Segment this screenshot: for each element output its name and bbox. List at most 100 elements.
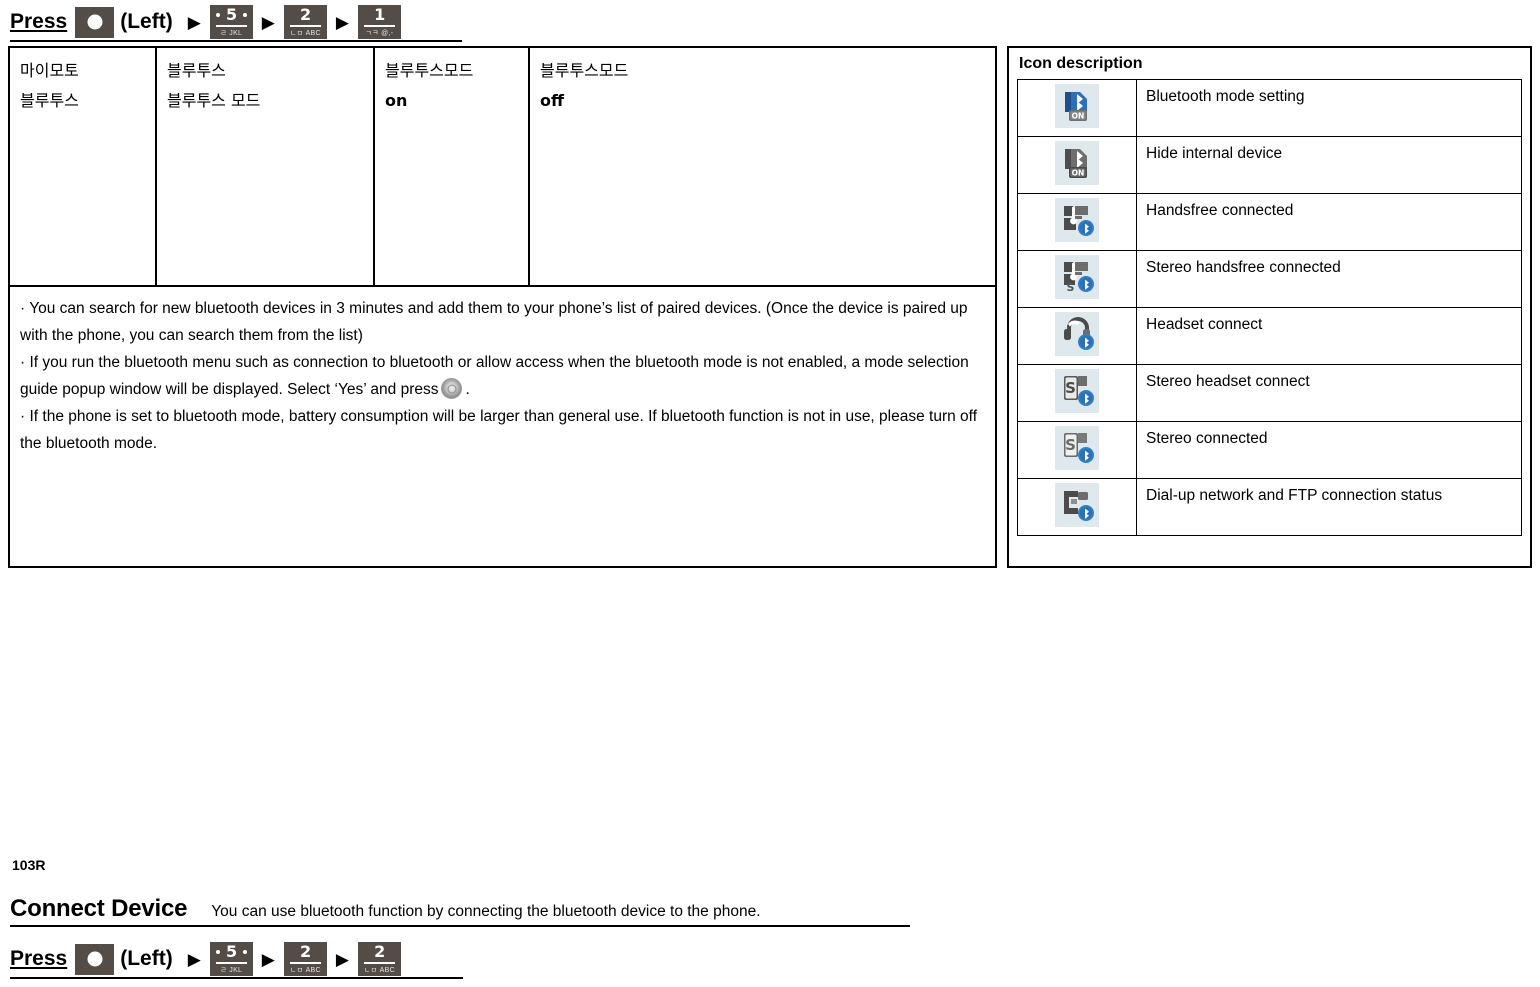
icon-description-panel: Icon description ON Bluetooth mode setti… (1007, 46, 1532, 568)
page-code: 103R (12, 857, 46, 873)
menu-column-1: 마이모토 블루투스 (10, 48, 157, 285)
note-1: · You can search for new bluetooth devic… (20, 300, 968, 344)
icon-description-table: ON Bluetooth mode setting ON Hide intern… (1017, 79, 1522, 536)
icon-label: Handsfree connected (1136, 193, 1522, 251)
icon-cell: S (1017, 421, 1137, 479)
press-label: Press (10, 10, 68, 33)
arrow-right-icon: ▶ (187, 949, 201, 969)
menu-col1-line1: 마이모토 (20, 61, 79, 80)
svg-text:S: S (1065, 379, 1076, 397)
ok-button-icon (441, 378, 463, 399)
key-underline (215, 25, 247, 27)
icon-cell: ON (1017, 136, 1137, 194)
svg-text:S: S (1065, 436, 1076, 454)
icon-cell (1017, 193, 1137, 251)
key-underline (215, 962, 247, 964)
key-sublabel: ㄴㅁ ABC (363, 967, 395, 974)
hide-internal-device-icon: ON (1055, 140, 1099, 185)
menu-col4-line2: off (540, 91, 564, 110)
icon-label: Stereo headset connect (1136, 364, 1522, 422)
svg-text:ON: ON (1072, 111, 1085, 120)
top-press-instruction: Press (Left) ▶ 5 ㄹ JKL ▶ 2 ㄴㅁ ABC ▶ 1 ㄱㅋ… (10, 4, 462, 42)
stereo-headset-connect-icon: S (1055, 368, 1099, 413)
left-soft-key-label: (Left) (120, 947, 173, 970)
icon-label: Dial-up network and FTP connection statu… (1136, 478, 1522, 536)
menu-col2-line2: 블루투스 모드 (167, 91, 261, 110)
stereo-handsfree-connected-icon: S (1055, 254, 1099, 299)
menu-columns-row: 마이모토 블루투스 블루투스 블루투스 모드 블루투스모드 on 블루투스모드 … (10, 48, 995, 287)
table-row: S Stereo connected (1017, 421, 1522, 479)
section-subtitle: You can use bluetooth function by connec… (211, 903, 761, 920)
ok-key-icon[interactable] (75, 943, 115, 975)
key-number: 2 (374, 942, 385, 961)
menu-col1-line2: 블루투스 (20, 91, 79, 110)
bluetooth-mode-setting-icon: ON (1055, 83, 1099, 128)
menu-column-2: 블루투스 블루투스 모드 (157, 48, 375, 285)
dialup-ftp-status-icon (1055, 482, 1099, 527)
note-3: · If the phone is set to bluetooth mode,… (20, 408, 977, 452)
table-row: Dial-up network and FTP connection statu… (1017, 478, 1522, 536)
icon-label: Headset connect (1136, 307, 1522, 365)
table-row: S Stereo handsfree connected (1017, 250, 1522, 308)
menu-flow-table: 마이모토 블루투스 블루투스 블루투스 모드 블루투스모드 on 블루투스모드 … (8, 46, 997, 568)
note-2-text: · If you run the bluetooth menu such as … (20, 354, 969, 398)
table-row: Handsfree connected (1017, 193, 1522, 251)
note-2: · If you run the bluetooth menu such as … (20, 349, 983, 403)
notes-cell: · You can search for new bluetooth devic… (10, 287, 995, 566)
icon-description-title: Icon description (1019, 55, 1143, 72)
handsfree-connected-icon (1055, 197, 1099, 242)
section-title: Connect Device (10, 895, 188, 922)
icon-cell (1017, 307, 1137, 365)
menu-col4-line1: 블루투스모드 (540, 61, 629, 80)
icon-cell (1017, 478, 1137, 536)
menu-col2-line1: 블루투스 (167, 61, 226, 80)
key-number: 1 (374, 5, 385, 24)
menu-col3-line1: 블루투스모드 (385, 61, 474, 80)
key-sublabel: ㄱㅋ @,- (365, 30, 394, 37)
menu-column-4: 블루투스모드 off (530, 48, 995, 285)
key-number: 2 (300, 942, 311, 961)
note-2-tail: . (465, 381, 470, 398)
icon-cell: S (1017, 250, 1137, 308)
key-2b-icon[interactable]: 2 ㄴㅁ ABC (357, 942, 401, 976)
key-underline (363, 962, 395, 964)
key-underline (289, 962, 321, 964)
key-underline (289, 25, 321, 27)
icon-label: Hide internal device (1136, 136, 1522, 194)
key-2-icon[interactable]: 2 ㄴㅁ ABC (283, 5, 327, 39)
menu-col3-line2: on (385, 91, 408, 110)
svg-text:S: S (1067, 281, 1075, 294)
press-label: Press (10, 947, 68, 970)
icon-cell: S (1017, 364, 1137, 422)
key-sublabel: ㄹ JKL (220, 30, 243, 37)
key-1-icon[interactable]: 1 ㄱㅋ @,- (357, 5, 401, 39)
table-row: S Stereo headset connect (1017, 364, 1522, 422)
icon-label: Bluetooth mode setting (1136, 79, 1522, 137)
key-5-icon[interactable]: 5 ㄹ JKL (209, 5, 253, 39)
icon-cell: ON (1017, 79, 1137, 137)
left-soft-key-label: (Left) (120, 10, 173, 33)
bottom-press-instruction: Press (Left) ▶ 5 ㄹ JKL ▶ 2 ㄴㅁ ABC ▶ 2 ㄴㅁ… (10, 941, 463, 979)
key-sublabel: ㄴㅁ ABC (289, 967, 321, 974)
ok-key-icon[interactable] (75, 6, 115, 38)
key-number: 5 (225, 942, 237, 961)
table-row: ON Hide internal device (1017, 136, 1522, 194)
arrow-right-icon: ▶ (335, 949, 349, 969)
key-sublabel: ㄴㅁ ABC (289, 30, 321, 37)
key-number: 2 (300, 5, 311, 24)
table-row: Headset connect (1017, 307, 1522, 365)
key-sublabel: ㄹ JKL (220, 967, 243, 974)
key-underline (363, 25, 395, 27)
headset-connect-icon (1055, 311, 1099, 356)
icon-label: Stereo handsfree connected (1136, 250, 1522, 308)
menu-column-3: 블루투스모드 on (375, 48, 530, 285)
svg-text:ON: ON (1072, 168, 1085, 177)
key-number: 5 (225, 5, 237, 24)
table-row: ON Bluetooth mode setting (1017, 79, 1522, 137)
key-5-icon[interactable]: 5 ㄹ JKL (209, 942, 253, 976)
arrow-right-icon: ▶ (187, 12, 201, 32)
stereo-connected-icon: S (1055, 425, 1099, 470)
key-2-icon[interactable]: 2 ㄴㅁ ABC (283, 942, 327, 976)
arrow-right-icon: ▶ (261, 12, 275, 32)
icon-label: Stereo connected (1136, 421, 1522, 479)
